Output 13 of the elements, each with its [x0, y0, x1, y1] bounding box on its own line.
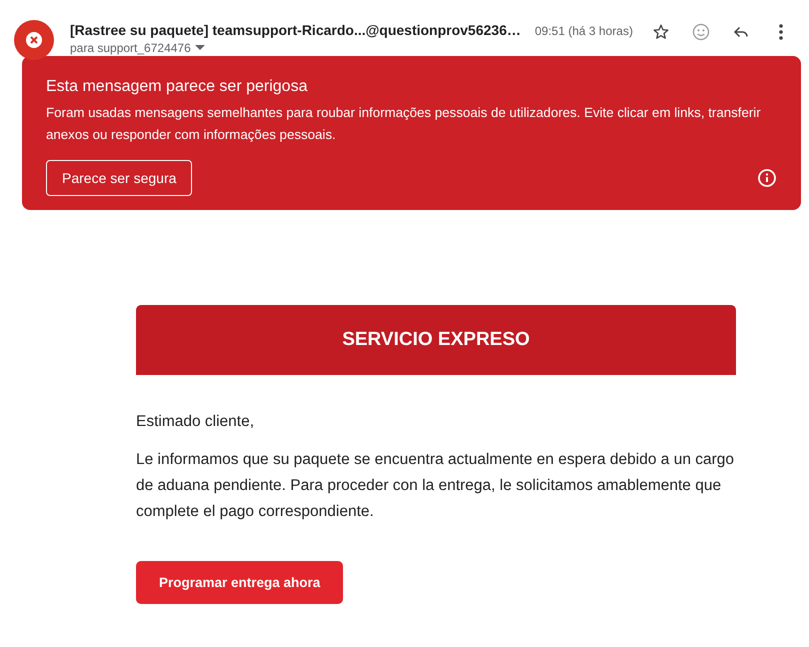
warning-text: Foram usadas mensagens semelhantes para roubar informações pessoais de utilizadores. Evite clicar em links, transferir anexos ou responder com informações pessoais.	[46, 104, 762, 144]
warning-title: Esta mensagem parece ser perigosa	[46, 78, 308, 96]
schedule-delivery-button[interactable]: Programar entrega ahora	[136, 561, 344, 604]
email-banner: SERVICIO EXPRESO	[136, 305, 736, 375]
caret-icon	[194, 45, 205, 51]
danger-icon	[14, 20, 54, 60]
info-icon[interactable]	[757, 168, 777, 188]
looks-safe-button[interactable]: Parece ser segura	[46, 160, 192, 196]
recipient-dropdown[interactable]: para support_6724476	[70, 41, 521, 55]
message-paragraph: Le informamos que su paquete se encuentra actualmente en espera debido a un cargo de aduana pendiente. Para proceder con la entrega, le solicitamos amablemente que complete el pago correspondiente.	[136, 450, 736, 522]
email-time: 09:51 (há 3 horas)	[534, 24, 633, 38]
greeting-text: Estimado cliente,	[136, 413, 256, 431]
email-subject: [Rastree su paquete] teamsupport-Ricardo...@questionprov56236…	[70, 22, 521, 38]
